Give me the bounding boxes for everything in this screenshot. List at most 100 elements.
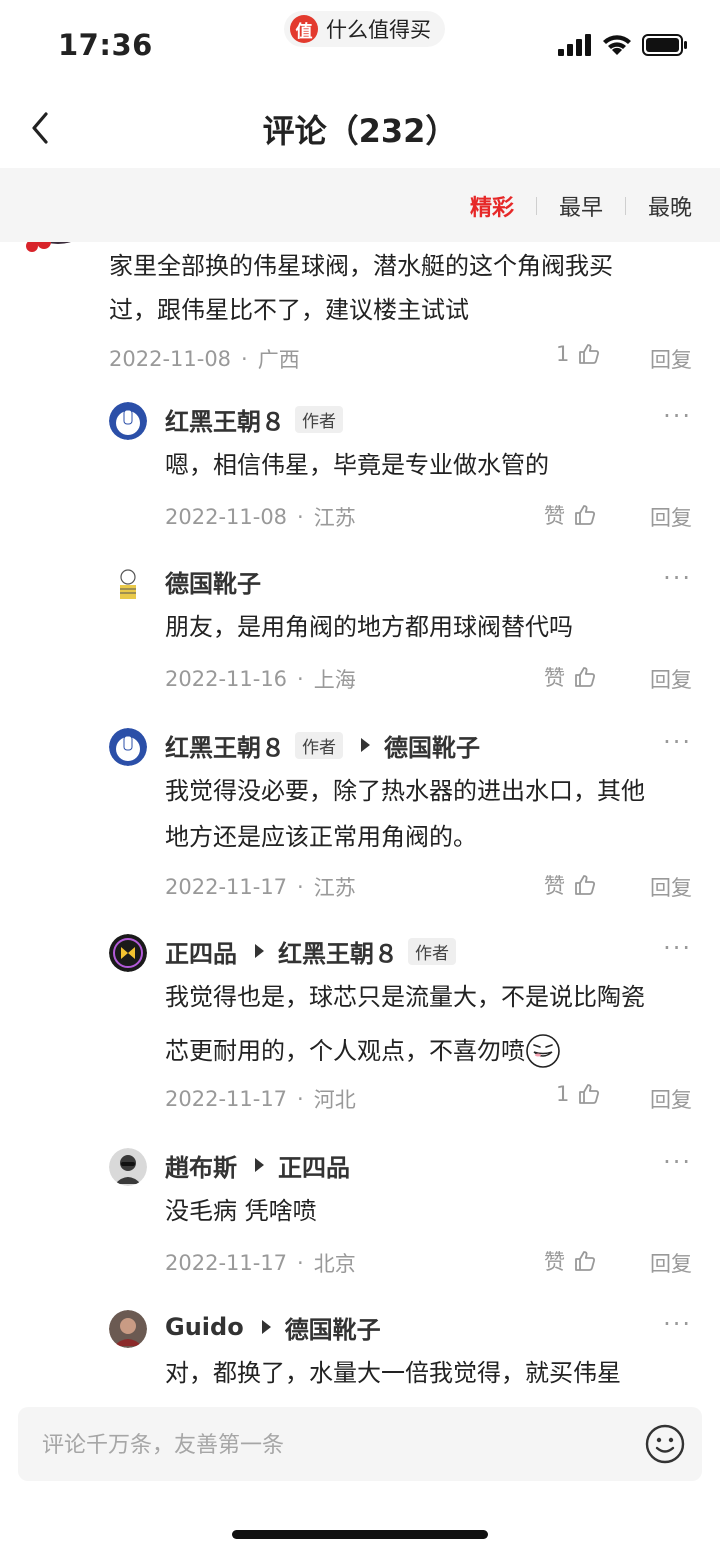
reply-to-name[interactable]: 正四品 <box>278 1148 350 1183</box>
like-button[interactable]: 1 <box>556 1082 601 1106</box>
meta-dot: · <box>297 667 304 691</box>
more-options-icon[interactable]: ··· <box>663 1310 692 1338</box>
reply-to-arrow-icon <box>255 1158 264 1172</box>
reply-location: 北京 <box>313 1252 356 1276</box>
author-badge: 作者 <box>295 405 343 433</box>
home-indicator[interactable] <box>232 1530 488 1539</box>
reply-body-line: 没毛病 凭啥喷 <box>165 1197 317 1225</box>
sort-option-featured[interactable]: 精彩 <box>470 190 514 222</box>
reply-button[interactable]: 回复 <box>650 502 692 532</box>
like-button[interactable]: 赞 <box>544 870 597 900</box>
reply-item: Guido 德国靴子 ··· 对，都换了，水量大一倍我觉得，就买伟星 <box>0 1294 720 1395</box>
sort-option-latest[interactable]: 最晚 <box>648 190 692 222</box>
reply-to-name[interactable]: 红黑王朝８ <box>278 934 398 969</box>
more-options-icon[interactable]: ··· <box>663 934 692 962</box>
like-count: 1 <box>556 1082 570 1106</box>
more-options-icon[interactable]: ··· <box>663 564 692 592</box>
comment-input-container[interactable] <box>18 1407 702 1483</box>
reply-item: 德国靴子 ··· 朋友，是用角阀的地方都用球阀替代吗 2022-11-16 · … <box>0 548 720 708</box>
reply-body-line: 对，都换了，水量大一倍我觉得，就买伟星 <box>165 1359 621 1387</box>
comment-date: 2022-11-08 <box>109 347 232 371</box>
like-button[interactable]: 赞 <box>544 1246 597 1276</box>
thumbs-up-icon <box>575 1251 596 1271</box>
reply-date: 2022-11-16 <box>165 667 288 691</box>
more-options-icon[interactable]: ··· <box>663 402 692 430</box>
user-avatar[interactable] <box>109 1310 147 1348</box>
reply-button[interactable]: 回复 <box>650 872 692 902</box>
meta-dot: · <box>297 1087 304 1111</box>
reply-body-line: 地方还是应该正常用角阀的。 <box>165 823 477 851</box>
top-comment: 家里全部换的伟星球阀，潜水艇的这个角阀我买 过，跟伟星比不了，建议楼主试试 20… <box>0 242 720 392</box>
sort-option-earliest[interactable]: 最早 <box>559 190 603 222</box>
nav-bar: 评论（232） <box>0 88 720 168</box>
system-icons <box>558 34 688 56</box>
meta-dot: · <box>297 505 304 529</box>
reply-date: 2022-11-17 <box>165 1251 288 1275</box>
comment-input-bar <box>0 1395 720 1558</box>
author-name[interactable]: 趙布斯 <box>165 1148 237 1183</box>
user-avatar[interactable] <box>109 564 147 602</box>
reply-body-line-with-emoji: 芯更耐用的，个人观点，不喜勿喷 <box>165 1024 561 1078</box>
like-button[interactable]: 赞 <box>544 662 597 692</box>
like-button[interactable]: 赞 <box>544 500 597 530</box>
wifi-icon <box>603 35 631 55</box>
reply-to-arrow-icon <box>361 738 370 752</box>
more-options-icon[interactable]: ··· <box>663 728 692 756</box>
reply-button[interactable]: 回复 <box>650 1248 692 1278</box>
reply-item: 趙布斯 正四品 ··· 没毛病 凭啥喷 2022-11-17 · 北京 赞 回复 <box>0 1132 720 1292</box>
author-badge: 作者 <box>408 937 456 965</box>
more-options-icon[interactable]: ··· <box>663 1148 692 1176</box>
thumbs-up-icon <box>575 505 596 525</box>
author-name[interactable]: 正四品 <box>165 934 237 969</box>
comment-feed[interactable]: 家里全部换的伟星球阀，潜水艇的这个角阀我买 过，跟伟星比不了，建议楼主试试 20… <box>0 242 720 1395</box>
user-avatar[interactable] <box>22 242 84 264</box>
reply-body-line: 嗯，相信伟星，毕竟是专业做水管的 <box>165 451 549 479</box>
reply-date: 2022-11-08 <box>165 505 288 529</box>
reply-meta: 2022-11-16 · 上海 <box>165 664 356 694</box>
like-button[interactable]: 1 <box>556 342 601 366</box>
author-name[interactable]: 红黑王朝８ <box>165 402 285 437</box>
author-badge: 作者 <box>295 731 343 759</box>
like-count: 1 <box>556 342 570 366</box>
reply-button[interactable]: 回复 <box>650 1084 692 1114</box>
reply-date: 2022-11-17 <box>165 1087 288 1111</box>
grin-emoji-icon <box>526 1034 560 1068</box>
user-avatar[interactable] <box>109 728 147 766</box>
status-bar: 17:36 值 什么值得买 <box>0 0 720 88</box>
reply-to-name[interactable]: 德国靴子 <box>384 728 480 763</box>
reply-meta: 2022-11-08 · 江苏 <box>165 502 356 532</box>
thumbs-up-icon <box>579 1084 600 1104</box>
reply-item: 红黑王朝８ 作者 ··· 嗯，相信伟星，毕竟是专业做水管的 2022-11-08… <box>0 386 720 546</box>
thumbs-up-icon <box>575 667 596 687</box>
meta-dot: · <box>297 875 304 899</box>
reply-button[interactable]: 回复 <box>650 664 692 694</box>
status-time: 17:36 <box>58 28 153 62</box>
sort-bar: 精彩 最早 最晚 <box>0 168 720 242</box>
app-logo-icon: 值 <box>290 15 318 43</box>
author-name[interactable]: 红黑王朝８ <box>165 728 285 763</box>
sort-divider <box>535 197 537 215</box>
user-avatar[interactable] <box>109 402 147 440</box>
reply-button[interactable]: 回复 <box>650 344 692 374</box>
user-avatar[interactable] <box>109 934 147 972</box>
reply-date: 2022-11-17 <box>165 875 288 899</box>
like-label: 赞 <box>544 874 565 898</box>
like-label: 赞 <box>544 504 565 528</box>
meta-dot: · <box>297 1251 304 1275</box>
author-name[interactable]: 德国靴子 <box>165 564 261 599</box>
reply-location: 江苏 <box>313 876 356 900</box>
battery-icon <box>642 34 687 56</box>
like-label: 赞 <box>544 1250 565 1274</box>
emoji-icon[interactable] <box>644 1423 686 1465</box>
reply-location: 江苏 <box>313 506 356 530</box>
back-to-app-pill[interactable]: 值 什么值得买 <box>284 11 445 47</box>
comment-meta: 2022-11-08 · 广西 <box>109 344 300 374</box>
comment-body-line: 过，跟伟星比不了，建议楼主试试 <box>109 296 469 324</box>
sort-divider <box>624 197 626 215</box>
user-avatar[interactable] <box>109 1148 147 1186</box>
author-name[interactable]: Guido <box>165 1313 244 1341</box>
reply-location: 河北 <box>313 1088 356 1112</box>
comment-input[interactable] <box>40 1407 644 1483</box>
reply-to-name[interactable]: 德国靴子 <box>285 1310 381 1345</box>
page-title: 评论（232） <box>262 112 458 150</box>
